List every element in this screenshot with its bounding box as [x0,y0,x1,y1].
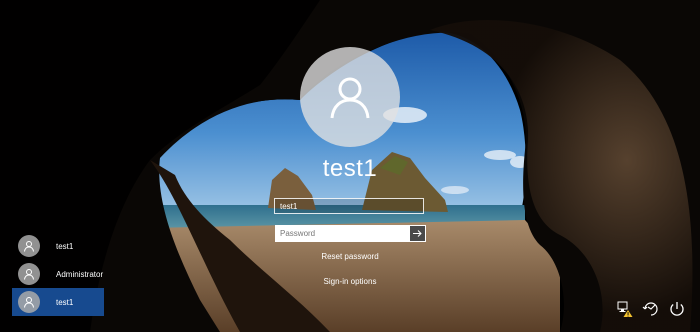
ease-of-access-icon [642,302,658,316]
power-icon [670,302,684,316]
arrow-right-icon [413,230,422,237]
user-list-item-label: test1 [56,241,74,251]
reset-password-link[interactable]: Reset password [290,252,410,261]
submit-button[interactable] [409,225,426,242]
avatar [18,291,40,313]
user-icon [24,269,34,280]
network-warning-icon [617,301,633,317]
ease-of-access-button[interactable] [640,298,662,320]
password-input[interactable] [275,225,409,242]
user-list-item-label: test1 [56,297,74,307]
avatar [18,263,40,285]
user-list: test1 Administrator test1 [12,232,104,316]
avatar [18,235,40,257]
user-avatar-large [300,47,400,147]
network-button[interactable] [614,298,636,320]
user-icon [330,77,370,119]
user-list-item-test1-selected[interactable]: test1 [12,288,104,316]
user-icon [24,241,34,252]
user-list-item-administrator[interactable]: Administrator [12,260,104,288]
user-list-item-test1[interactable]: test1 [12,232,104,260]
user-icon [24,297,34,308]
user-list-item-label: Administrator [56,269,104,279]
signin-options-link[interactable]: Sign-in options [290,277,410,286]
username-field[interactable]: test1 [274,198,424,214]
current-user-name: test1 [322,155,378,182]
power-button[interactable] [666,298,688,320]
